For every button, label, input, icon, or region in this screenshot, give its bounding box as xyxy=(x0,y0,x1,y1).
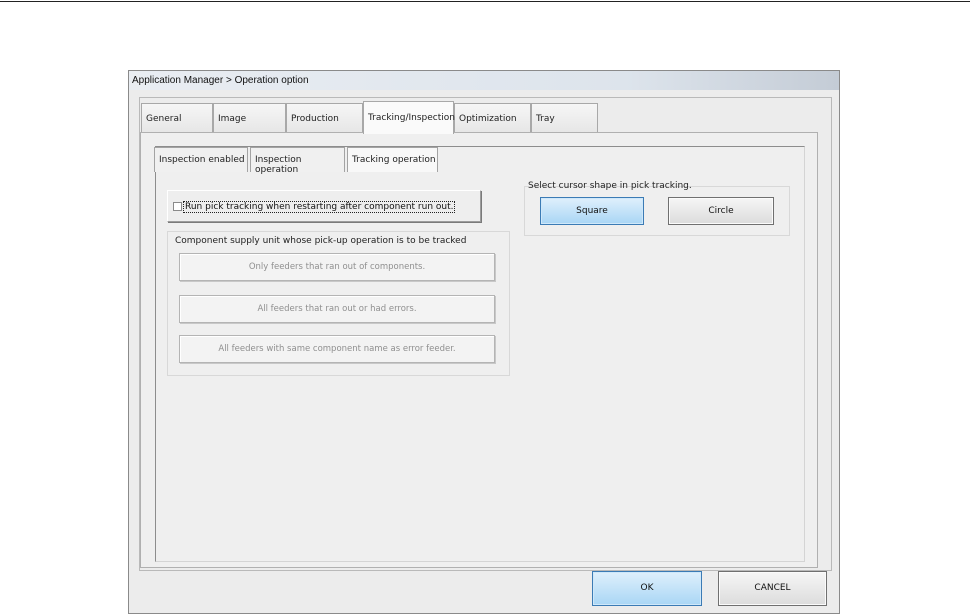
tab-image[interactable]: Image xyxy=(213,103,286,133)
square-cursor-button[interactable]: Square xyxy=(540,197,644,225)
cursor-shape-group: Select cursor shape in pick tracking. Sq… xyxy=(524,181,790,236)
tab-tracking-inspection[interactable]: Tracking/Inspection xyxy=(363,101,455,134)
subtab-inspection-enabled[interactable]: Inspection enabled xyxy=(154,147,248,172)
pick-tracking-checkbox[interactable] xyxy=(173,202,182,211)
subtab-tracking-operation[interactable]: Tracking operation xyxy=(347,147,438,172)
same-component-feeders-button[interactable]: All feeders with same component name as … xyxy=(179,335,495,363)
tab-tray[interactable]: Tray xyxy=(531,103,598,133)
title-bar[interactable]: Application Manager > Operation option xyxy=(129,71,839,90)
cancel-button[interactable]: CANCEL xyxy=(718,571,827,606)
tab-production[interactable]: Production xyxy=(286,103,363,133)
cursor-shape-group-title: Select cursor shape in pick tracking. xyxy=(528,181,692,191)
ok-button[interactable]: OK xyxy=(592,571,702,606)
pick-tracking-label: Run pick tracking when restarting after … xyxy=(183,201,456,213)
ran-out-or-errors-feeders-button[interactable]: All feeders that ran out or had errors. xyxy=(179,295,495,323)
top-rule xyxy=(0,1,970,2)
tab-general[interactable]: General xyxy=(141,103,213,133)
operation-option-dialog: Application Manager > Operation option G… xyxy=(128,70,840,614)
subtab-inspection-operation[interactable]: Inspection operation xyxy=(250,147,345,175)
pick-tracking-checkbox-row[interactable]: Run pick tracking when restarting after … xyxy=(167,190,481,222)
window-title: Application Manager > Operation option xyxy=(132,75,309,86)
circle-cursor-button[interactable]: Circle xyxy=(668,197,774,225)
tab-content: Inspection enabled Inspection operation … xyxy=(140,132,818,568)
only-ran-out-feeders-button[interactable]: Only feeders that ran out of components. xyxy=(179,253,495,281)
supply-unit-group: Component supply unit whose pick-up oper… xyxy=(167,231,510,376)
supply-unit-group-title: Component supply unit whose pick-up oper… xyxy=(175,236,467,246)
tab-optimization[interactable]: Optimization xyxy=(454,103,531,133)
